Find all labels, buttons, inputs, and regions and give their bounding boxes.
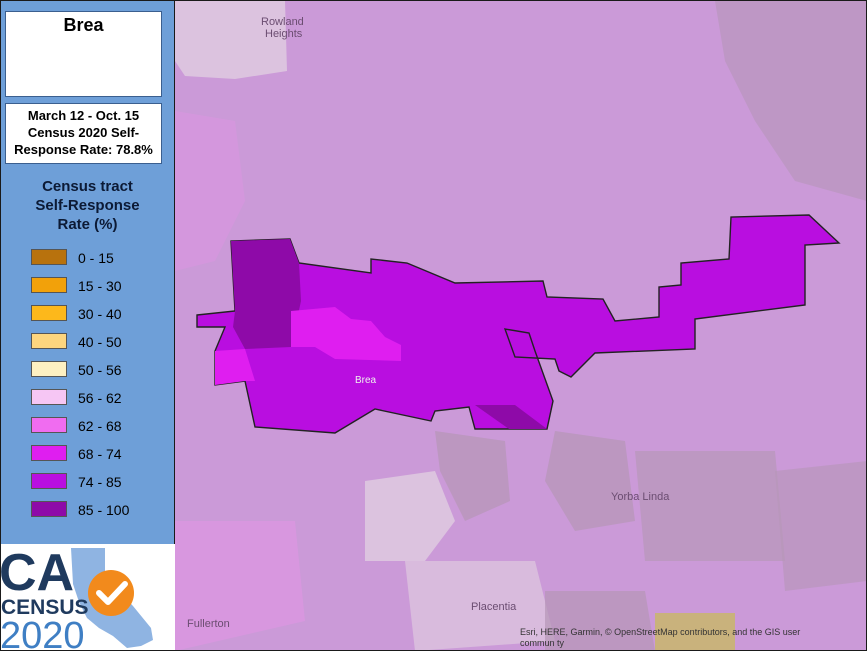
- legend-title: Census tract Self-Response Rate (%): [1, 177, 174, 234]
- legend-swatch: [31, 361, 67, 377]
- city-name: Brea: [63, 15, 104, 35]
- logo-year-text: 2020: [1, 615, 85, 651]
- legend-swatch: [31, 277, 67, 293]
- legend-label: 85 - 100: [78, 502, 130, 518]
- legend-label: 56 - 62: [78, 390, 122, 406]
- response-rate-box: March 12 - Oct. 15 Census 2020 Self- Res…: [5, 103, 162, 164]
- legend-swatch: [31, 417, 67, 433]
- tract-yorba-linda-east: [775, 461, 866, 591]
- ca-census-logo-graphic: CA CENSUS 2020: [1, 544, 153, 651]
- tract-yorba-linda-west: [635, 451, 785, 561]
- rate-line: Census 2020 Self-: [27, 125, 140, 140]
- legend-title-line: Self-Response: [35, 197, 140, 214]
- map-label-rowland-line1: Rowland: [261, 16, 304, 28]
- legend-sidebar: Brea March 12 - Oct. 15 Census 2020 Self…: [1, 1, 175, 544]
- legend-swatch: [31, 249, 67, 265]
- legend-swatch: [31, 473, 67, 489]
- legend-swatch: [31, 305, 67, 321]
- map-label-brea: Brea: [355, 375, 377, 386]
- map-canvas: Rowland Heights Brea Yorba Linda Placent…: [175, 1, 866, 650]
- map-attribution: Esri, HERE, Garmin, © OpenStreetMap cont…: [520, 627, 830, 649]
- brea-tract-85-100-west: [231, 239, 301, 349]
- ca-census-2020-logo: CA CENSUS 2020: [1, 544, 175, 651]
- legend-label: 62 - 68: [78, 418, 122, 434]
- legend-title-line: Rate (%): [57, 216, 118, 233]
- rate-line: Response Rate: 78.8%: [14, 142, 153, 157]
- choropleth-map[interactable]: Rowland Heights Brea Yorba Linda Placent…: [175, 1, 866, 650]
- attribution-line: commun ty: [520, 638, 565, 648]
- map-label-rowland-line2: Heights: [265, 28, 303, 40]
- legend-title-line: Census tract: [42, 178, 133, 195]
- legend-label: 68 - 74: [78, 446, 122, 462]
- legend-swatch: [31, 333, 67, 349]
- attribution-line: Esri, HERE, Garmin, © OpenStreetMap cont…: [520, 627, 801, 637]
- checkmark-badge-icon: [88, 570, 134, 616]
- tract-rowland-heights: [175, 1, 287, 79]
- legend-label: 15 - 30: [78, 278, 122, 294]
- legend-label: 40 - 50: [78, 334, 122, 350]
- map-label-placentia: Placentia: [471, 601, 517, 613]
- legend-label: 50 - 56: [78, 362, 122, 378]
- logo-ca-text: CA: [1, 544, 74, 602]
- map-label-yorba-linda: Yorba Linda: [611, 491, 670, 503]
- map-frame: Brea March 12 - Oct. 15 Census 2020 Self…: [0, 0, 867, 651]
- city-title-box: Brea: [5, 11, 162, 97]
- legend-swatch: [31, 389, 67, 405]
- legend-swatch: [31, 445, 67, 461]
- map-label-fullerton: Fullerton: [187, 618, 230, 630]
- legend-label: 0 - 15: [78, 250, 114, 266]
- rate-line: March 12 - Oct. 15: [27, 108, 140, 123]
- legend-label: 30 - 40: [78, 306, 122, 322]
- legend-label: 74 - 85: [78, 474, 122, 490]
- legend-swatch: [31, 501, 67, 517]
